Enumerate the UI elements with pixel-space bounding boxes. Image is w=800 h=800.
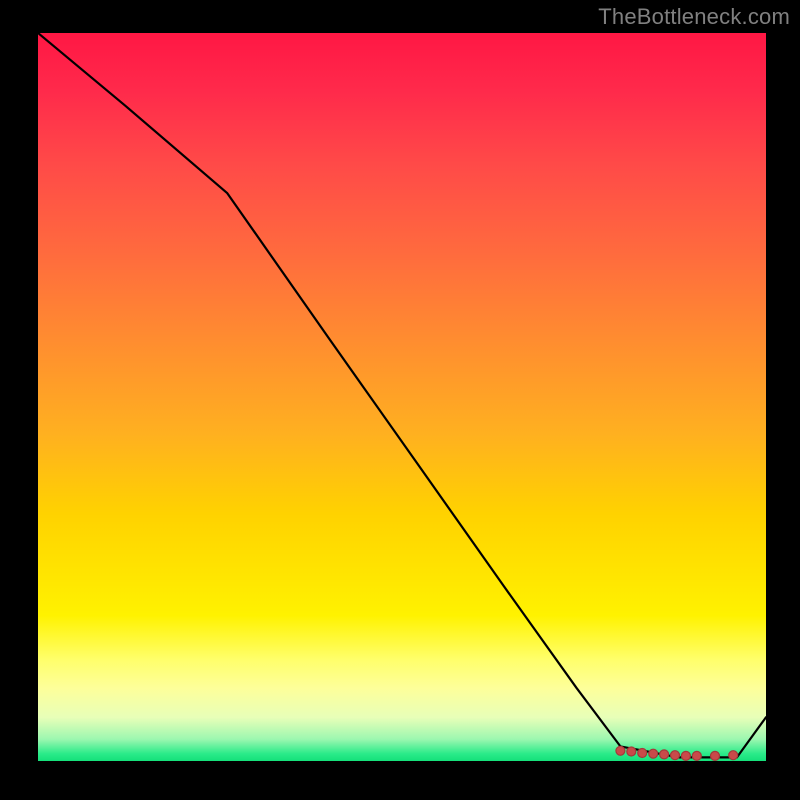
data-marker (729, 751, 738, 760)
chart-svg (38, 33, 766, 761)
data-marker (671, 751, 680, 760)
chart-frame: TheBottleneck.com (0, 0, 800, 800)
data-marker (627, 747, 636, 756)
data-marker (616, 746, 625, 755)
data-marker (649, 749, 658, 758)
data-marker (692, 751, 701, 760)
data-marker (660, 750, 669, 759)
bottleneck-curve (38, 33, 766, 757)
data-marker (681, 751, 690, 760)
attribution-label: TheBottleneck.com (598, 4, 790, 30)
data-marker (638, 749, 647, 758)
plot-area (38, 33, 766, 761)
data-marker (711, 751, 720, 760)
marker-group (616, 746, 738, 760)
